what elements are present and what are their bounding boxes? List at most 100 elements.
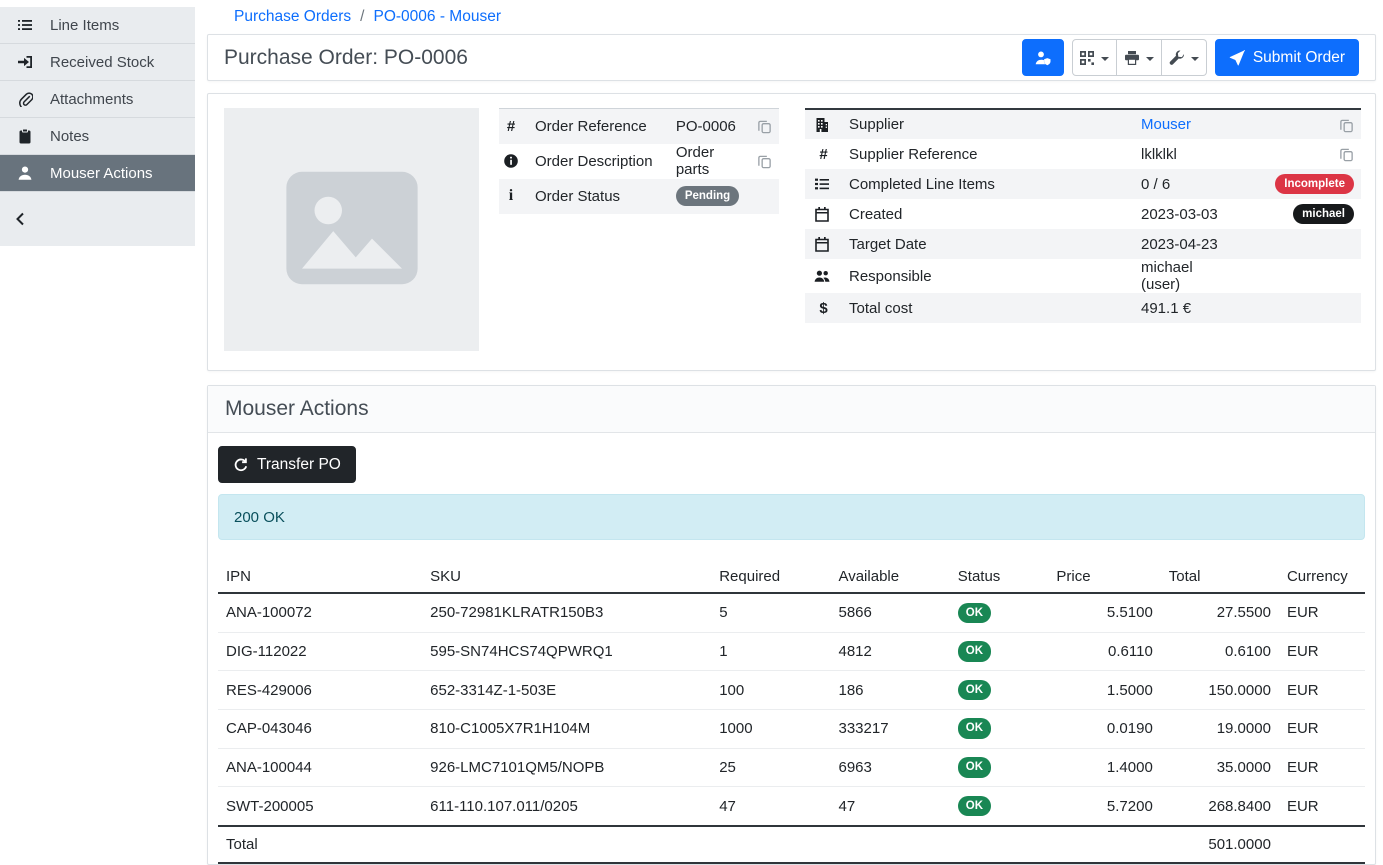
- cell-ipn: DIG-112022: [218, 632, 422, 671]
- print-actions-button[interactable]: [1117, 39, 1162, 76]
- line-items-table: IPN SKU Required Available Status Price …: [218, 561, 1365, 864]
- copy-icon[interactable]: [757, 154, 772, 169]
- table-row: Target Date 2023-04-23: [805, 229, 1361, 259]
- sidebar-item-label: Attachments: [50, 91, 133, 108]
- breadcrumb-link-current-order[interactable]: PO-0006 - Mouser: [373, 8, 501, 26]
- table-footer-row: Total 501.0000: [218, 826, 1365, 863]
- total-value: 501.0000: [1161, 826, 1279, 863]
- sidebar-collapse-button[interactable]: [0, 192, 195, 246]
- cell-ipn: SWT-200005: [218, 787, 422, 826]
- supplier-link[interactable]: Mouser: [1141, 116, 1191, 133]
- cell-currency: EUR: [1279, 787, 1365, 826]
- cell-sku: 652-3314Z-1-503E: [422, 671, 711, 710]
- cell-available: 333217: [830, 709, 949, 748]
- table-row: i Order Status Pending: [499, 179, 779, 214]
- cell-sku: 926-LMC7101QM5/NOPB: [422, 748, 711, 787]
- field-label: Order Status: [527, 179, 668, 214]
- field-value: 2023-04-23: [1133, 229, 1231, 259]
- chevron-down-icon: [1146, 57, 1154, 61]
- info-icon: i: [509, 187, 513, 204]
- status-badge: Pending: [676, 186, 739, 206]
- cell-sku: 595-SN74HCS74QPWRQ1: [422, 632, 711, 671]
- status-alert: 200 OK: [218, 494, 1365, 540]
- order-details-panel: # Order Reference PO-0006 Order Descript…: [207, 93, 1376, 371]
- cell-price: 1.5000: [1048, 671, 1160, 710]
- column-header: Status: [950, 561, 1049, 593]
- table-row: Completed Line Items 0 / 6 Incomplete: [805, 169, 1361, 199]
- copy-icon[interactable]: [1339, 118, 1354, 133]
- status-badge: OK: [958, 718, 991, 739]
- sidebar-item-label: Notes: [50, 128, 89, 145]
- table-row: ANA-100072 250-72981KLRATR150B3 5 5866 O…: [218, 593, 1365, 632]
- status-badge: OK: [958, 796, 991, 817]
- copy-icon[interactable]: [757, 119, 772, 134]
- cell-required: 1: [711, 632, 830, 671]
- chevron-left-icon: [13, 211, 29, 227]
- column-header: SKU: [422, 561, 711, 593]
- sidebar-item-attachments[interactable]: Attachments: [0, 81, 195, 118]
- table-row: # Supplier Reference lklklkl: [805, 139, 1361, 169]
- sidebar-item-label: Received Stock: [50, 54, 154, 71]
- cell-required: 25: [711, 748, 830, 787]
- sign-in-icon: [16, 54, 34, 70]
- table-row: Supplier Mouser: [805, 109, 1361, 139]
- cell-ipn: CAP-043046: [218, 709, 422, 748]
- field-label: Order Reference: [527, 109, 668, 144]
- chevron-down-icon: [1101, 57, 1109, 61]
- order-image-placeholder[interactable]: [224, 108, 479, 351]
- table-row: CAP-043046 810-C1005X7R1H104M 1000 33321…: [218, 709, 1365, 748]
- transfer-po-button[interactable]: Transfer PO: [218, 446, 356, 483]
- cell-ipn: ANA-100044: [218, 748, 422, 787]
- header-actions: Submit Order: [1022, 39, 1359, 76]
- sidebar-item-line-items[interactable]: Line Items: [0, 7, 195, 44]
- details-right: Supplier Mouser # Supplier Reference lkl…: [805, 108, 1361, 350]
- user-roles-button[interactable]: [1022, 39, 1064, 76]
- cell-sku: 810-C1005X7R1H104M: [422, 709, 711, 748]
- alert-text: 200 OK: [234, 509, 285, 526]
- breadcrumb: Purchase Orders / PO-0006 - Mouser: [207, 0, 1376, 34]
- page-title: Purchase Order: PO-0006: [224, 46, 468, 70]
- table-row: RES-429006 652-3314Z-1-503E 100 186 OK 1…: [218, 671, 1365, 710]
- order-actions-button[interactable]: [1162, 39, 1207, 76]
- transfer-po-label: Transfer PO: [257, 456, 341, 474]
- main-content: Purchase Orders / PO-0006 - Mouser Purch…: [195, 0, 1383, 794]
- cell-price: 1.4000: [1048, 748, 1160, 787]
- submit-order-button[interactable]: Submit Order: [1215, 39, 1359, 76]
- panel-heading: Mouser Actions: [208, 386, 1375, 433]
- cell-currency: EUR: [1279, 709, 1365, 748]
- field-label: Supplier Reference: [841, 139, 1133, 169]
- building-icon: [814, 117, 833, 133]
- chevron-down-icon: [1191, 57, 1199, 61]
- sidebar-item-mouser-actions[interactable]: Mouser Actions: [0, 155, 195, 192]
- cell-price: 0.6110: [1048, 632, 1160, 671]
- cell-available: 6963: [830, 748, 949, 787]
- status-badge: OK: [958, 641, 991, 662]
- field-label: Total cost: [841, 293, 1133, 323]
- calendar-icon: [814, 206, 833, 222]
- breadcrumb-link-purchase-orders[interactable]: Purchase Orders: [234, 8, 351, 26]
- field-label: Order Description: [527, 144, 668, 179]
- status-badge: OK: [958, 680, 991, 701]
- barcode-actions-button[interactable]: [1072, 39, 1117, 76]
- field-value: 0 / 6: [1133, 169, 1231, 199]
- details-left: # Order Reference PO-0006 Order Descript…: [224, 108, 779, 350]
- order-summary-table: # Order Reference PO-0006 Order Descript…: [499, 108, 779, 214]
- field-value: Order parts: [668, 144, 747, 179]
- sidebar-item-notes[interactable]: Notes: [0, 118, 195, 155]
- cell-currency: EUR: [1279, 632, 1365, 671]
- cell-total: 35.0000: [1161, 748, 1279, 787]
- sidebar-item-received-stock[interactable]: Received Stock: [0, 44, 195, 81]
- sidebar: Line Items Received Stock Attachments No…: [0, 0, 195, 794]
- cell-price: 0.0190: [1048, 709, 1160, 748]
- column-header: Required: [711, 561, 830, 593]
- breadcrumb-separator: /: [360, 8, 364, 26]
- copy-icon[interactable]: [1339, 147, 1354, 162]
- cell-currency: EUR: [1279, 748, 1365, 787]
- image-placeholder-icon: [272, 153, 432, 307]
- cell-total: 27.5500: [1161, 593, 1279, 632]
- cell-available: 186: [830, 671, 949, 710]
- refresh-icon: [233, 457, 249, 473]
- list-icon: [16, 17, 34, 33]
- header-dropdown-group: [1072, 39, 1207, 76]
- info-circle-icon: [503, 153, 519, 169]
